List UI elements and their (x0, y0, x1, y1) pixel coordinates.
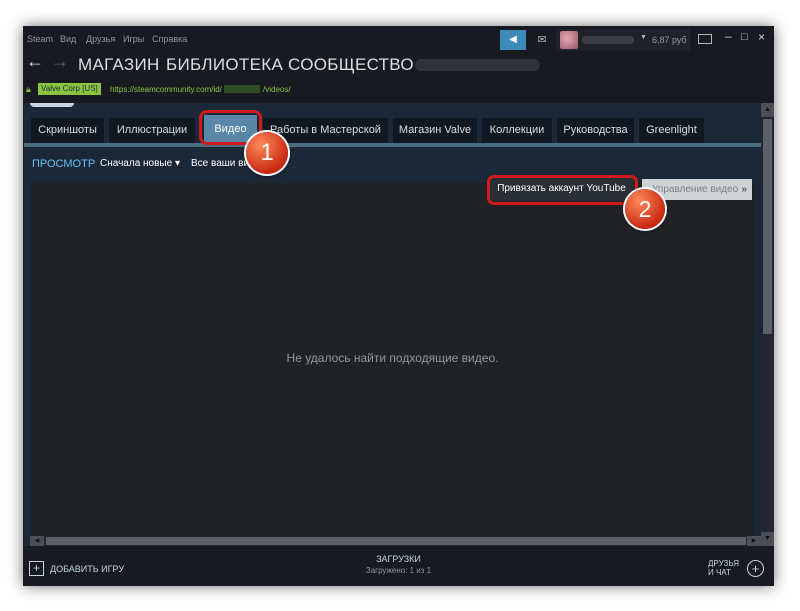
empty-state-message: Не удалось найти подходящие видео. (286, 351, 499, 365)
scroll-down-icon[interactable]: ▼ (761, 532, 774, 546)
sort-value: Сначала новые (100, 158, 173, 169)
friends-label-line2: И ЧАТ (708, 568, 731, 577)
tab-valve-store[interactable]: Магазин Valve (393, 118, 477, 143)
title-bar: Steam Вид Друзья Игры Справка ◀ ✉ ▼ 6,87… (23, 26, 774, 51)
broadcast-button[interactable]: ◀ (500, 30, 526, 50)
tab-greenlight[interactable]: Greenlight (639, 118, 704, 143)
scroll-up-icon[interactable]: ▲ (761, 103, 774, 117)
nav-username-redacted[interactable] (415, 59, 540, 71)
menu-games[interactable]: Игры (123, 34, 144, 44)
back-arrow-icon[interactable]: ← (26, 51, 44, 72)
url-suffix[interactable]: /videos/ (263, 85, 291, 94)
view-label: ПРОСМОТР (32, 158, 96, 170)
nav-library[interactable]: БИБЛИОТЕКА (166, 55, 283, 75)
sort-dropdown[interactable]: Сначала новые ▾ (100, 158, 180, 169)
url-prefix[interactable]: https://steamcommunity.com/id/ (110, 85, 222, 94)
maximize-button[interactable]: □ (741, 31, 748, 43)
plus-circle-icon: + (747, 560, 764, 577)
community-content: Скриншоты Иллюстрации Видео Работы в Мас… (24, 103, 761, 546)
menu-steam[interactable]: Steam (27, 34, 53, 44)
minimize-button[interactable]: – (725, 29, 732, 43)
annotation-marker-1: 1 (246, 132, 288, 174)
close-button[interactable]: × (758, 30, 765, 44)
horizontal-scrollbar[interactable]: ◀ ▶ (30, 536, 761, 546)
lock-icon: 🔒︎ (26, 84, 31, 94)
vertical-scrollbar[interactable]: ▲ ▼ (761, 103, 774, 546)
avatar (560, 31, 578, 49)
nav-store[interactable]: МАГАЗИН (78, 55, 160, 75)
friends-chat-button[interactable]: ДРУЗЬЯ И ЧАТ + (708, 559, 768, 581)
annotation-highlight-youtube-button (487, 175, 638, 205)
notifications-button[interactable]: ✉ (531, 30, 553, 50)
certificate-badge[interactable]: Valve Corp [US] (38, 83, 101, 95)
content-top-strip (30, 103, 74, 107)
scroll-left-icon[interactable]: ◀ (30, 536, 44, 546)
menu-view[interactable]: Вид (60, 34, 76, 44)
video-list-panel: Не удалось найти подходящие видео. (31, 183, 754, 537)
user-menu[interactable]: ▼ 6,87 руб (556, 29, 690, 51)
double-chevron-down-icon: » (741, 184, 747, 195)
url-redacted (224, 85, 260, 93)
menu-friends[interactable]: Друзья (86, 34, 115, 44)
scroll-right-icon[interactable]: ▶ (747, 536, 761, 546)
annotation-marker-2: 2 (625, 189, 665, 229)
bottom-bar: + ДОБАВИТЬ ИГРУ ЗАГРУЗКИ Загружено: 1 из… (23, 546, 774, 586)
downloads-title[interactable]: ЗАГРУЗКИ (23, 554, 774, 564)
nav-community[interactable]: СООБЩЕСТВО (288, 55, 414, 75)
steam-window: Steam Вид Друзья Игры Справка ◀ ✉ ▼ 6,87… (23, 26, 774, 586)
tab-underline (24, 143, 761, 147)
tab-artwork[interactable]: Иллюстрации (109, 118, 195, 143)
downloads-status: Загружено: 1 из 1 (365, 566, 432, 575)
forward-arrow-icon[interactable]: → (51, 51, 69, 72)
menu-help[interactable]: Справка (152, 34, 187, 44)
wallet-balance: 6,87 руб (652, 35, 687, 45)
envelope-icon: ✉ (537, 34, 547, 46)
user-name-redacted (582, 36, 634, 44)
tab-guides[interactable]: Руководства (557, 118, 634, 143)
vertical-scroll-thumb[interactable] (763, 119, 772, 334)
megaphone-icon: ◀ (509, 34, 517, 45)
tab-screenshots[interactable]: Скриншоты (31, 118, 104, 143)
horizontal-scroll-thumb[interactable] (46, 537, 746, 545)
chevron-down-icon: ▼ (640, 34, 647, 41)
manage-videos-label: Управление видео (652, 184, 739, 195)
big-picture-button[interactable] (698, 34, 712, 44)
tab-collections[interactable]: Коллекции (482, 118, 552, 143)
chevron-down-icon: ▾ (174, 158, 180, 169)
friends-label-line1: ДРУЗЬЯ (708, 559, 739, 568)
